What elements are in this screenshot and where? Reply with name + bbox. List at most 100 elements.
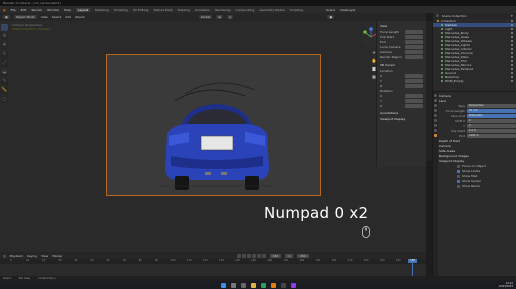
npanel-value-field[interactable] <box>405 55 423 59</box>
current-frame-field[interactable]: 150 <box>269 253 282 258</box>
frame-ruler[interactable]: 0 10 20 30 40 50 60 70 80 90 100 110 120 130 140 150 160… <box>0 259 426 264</box>
view-layer-tab-icon[interactable] <box>434 109 437 112</box>
menu-view[interactable]: View <box>41 15 48 19</box>
checkbox-row[interactable]: Show Name <box>439 184 516 188</box>
search-icon[interactable] <box>230 282 236 288</box>
npanel-value-field[interactable] <box>405 30 423 34</box>
workspace-tab-geometry-nodes[interactable]: Geometry Nodes <box>259 8 284 12</box>
car-model[interactable] <box>145 68 287 196</box>
select-box-icon[interactable]: ⬚ <box>1 24 8 31</box>
viewport-shading-icon[interactable]: ● <box>327 15 335 19</box>
timeline-menu-keying[interactable]: Keying <box>27 254 37 258</box>
cursor-icon[interactable]: ⊕ <box>1 33 8 40</box>
npanel-value-field[interactable] <box>405 84 423 88</box>
play-icon[interactable] <box>251 253 256 258</box>
menu-add[interactable]: Add <box>65 15 71 19</box>
blender-logo-icon[interactable]: ◉ <box>3 8 6 12</box>
menu-window[interactable]: Window <box>47 8 59 12</box>
checkbox-row[interactable]: Focus on Object <box>439 164 516 168</box>
play-reverse-icon[interactable] <box>246 253 251 258</box>
npanel-value-field[interactable] <box>405 74 423 78</box>
visibility-eye-icon[interactable] <box>511 68 513 70</box>
menu-render[interactable]: Render <box>31 8 42 12</box>
visibility-eye-icon[interactable] <box>511 56 513 58</box>
browser-icon[interactable] <box>260 282 266 288</box>
3d-viewport[interactable]: ⬚ ⊕ ✥ ↻ ⤢ ⬓ ✎ 📏 ◻ Camera Perspective (15… <box>0 21 426 252</box>
visibility-eye-icon[interactable] <box>511 76 513 78</box>
visibility-eye-icon[interactable] <box>511 72 513 74</box>
prev-key-icon[interactable] <box>241 253 246 258</box>
workspace-tab-scripting[interactable]: Scripting <box>290 8 303 12</box>
menu-object[interactable]: Object <box>75 15 85 19</box>
world-tab-icon[interactable] <box>434 119 437 122</box>
start-frame-field[interactable]: 1 <box>285 253 294 258</box>
menu-select[interactable]: Select <box>52 15 61 19</box>
scene-tab-icon[interactable] <box>434 114 437 117</box>
menu-help[interactable]: Help <box>64 8 71 12</box>
add-cube-icon[interactable]: ◻ <box>1 96 8 103</box>
windows-start-icon[interactable] <box>220 282 226 288</box>
object-tab-icon[interactable] <box>434 124 437 127</box>
checkbox[interactable] <box>457 164 460 168</box>
snap-icon[interactable]: ⊞ <box>216 15 223 19</box>
workspace-tab-uv-editing[interactable]: UV Editing <box>133 8 149 12</box>
visibility-eye-icon[interactable] <box>511 80 513 82</box>
workspace-tab-animation[interactable]: Animation <box>195 8 210 12</box>
npanel-value-field[interactable] <box>405 45 423 49</box>
property-value-field[interactable]: 50 mm <box>467 109 516 113</box>
timeline-area[interactable]: 0 10 20 30 40 50 60 70 80 90 100 110 120 130 140 150 160… <box>0 259 426 276</box>
npanel-section[interactable]: Viewport Display <box>380 117 423 121</box>
jump-start-icon[interactable] <box>236 253 241 258</box>
visibility-eye-icon[interactable] <box>511 64 513 66</box>
menu-edit[interactable]: Edit <box>21 8 27 12</box>
constraints-tab-icon[interactable] <box>434 129 437 132</box>
checkbox-row[interactable]: Show Limits <box>439 169 516 173</box>
timeline-editor-icon[interactable]: ◷ <box>3 254 6 258</box>
end-frame-field[interactable]: 250 <box>297 253 309 258</box>
visibility-eye-icon[interactable] <box>511 48 513 50</box>
npanel-section[interactable]: 3D Cursor <box>380 63 423 67</box>
npanel-section[interactable]: Annotations <box>380 111 423 115</box>
next-key-icon[interactable] <box>256 253 261 258</box>
timeline-menu-marker[interactable]: Marker <box>52 254 62 258</box>
workspace-tab-layout[interactable]: Layout <box>75 7 91 12</box>
property-value-field[interactable]: 0 <box>467 119 516 123</box>
workspace-tab-compositing[interactable]: Compositing <box>236 8 255 12</box>
mode-selector[interactable]: Object Mode <box>13 15 37 19</box>
task-view-icon[interactable] <box>240 282 246 288</box>
file-explorer-icon[interactable] <box>250 282 256 288</box>
timeline-menu-playback[interactable]: Playback <box>10 254 23 258</box>
checkbox-row[interactable]: Show Sensor <box>439 179 516 183</box>
property-value-field[interactable]: Millimeters <box>467 114 516 118</box>
workspace-tab-sculpting[interactable]: Sculpting <box>114 8 128 12</box>
view-layer-selector[interactable]: ViewLayer <box>340 8 355 12</box>
camera-data-tab-icon[interactable] <box>434 134 437 137</box>
scene-selector[interactable]: Scene <box>326 8 335 12</box>
property-value-field[interactable]: 0 <box>467 124 516 128</box>
timeline-menu-view[interactable]: View <box>41 254 48 258</box>
output-tab-icon[interactable] <box>434 104 437 107</box>
workspace-tab-modeling[interactable]: Modeling <box>95 8 109 12</box>
visibility-eye-icon[interactable] <box>511 24 513 26</box>
visibility-eye-icon[interactable] <box>511 28 513 30</box>
outliner-editor-icon[interactable]: ☰ <box>436 14 439 18</box>
visibility-eye-icon[interactable] <box>511 44 513 46</box>
proportional-edit-icon[interactable]: ◎ <box>226 15 234 19</box>
npanel-value-field[interactable] <box>405 94 423 98</box>
npanel-view-header[interactable]: View <box>380 24 423 28</box>
playhead-frame-label[interactable]: 150 <box>408 259 417 263</box>
filter-icon[interactable]: ⏷ <box>511 14 513 18</box>
system-clock[interactable]: 10:42 12/03/2023 <box>499 282 513 288</box>
jump-end-icon[interactable] <box>261 253 266 258</box>
media-app-icon[interactable] <box>290 282 296 288</box>
render-tab-icon[interactable] <box>434 99 437 102</box>
blender-app-icon[interactable] <box>270 282 276 288</box>
visibility-eye-icon[interactable] <box>511 36 513 38</box>
workspace-tab-shading[interactable]: Shading <box>178 8 190 12</box>
visibility-eye-icon[interactable] <box>511 32 513 34</box>
tool-tab-icon[interactable] <box>434 94 437 97</box>
transform-orientation[interactable]: Global <box>198 15 213 19</box>
obs-icon[interactable] <box>280 282 286 288</box>
menu-file[interactable]: File <box>11 8 16 12</box>
move-icon[interactable]: ✥ <box>1 42 8 49</box>
